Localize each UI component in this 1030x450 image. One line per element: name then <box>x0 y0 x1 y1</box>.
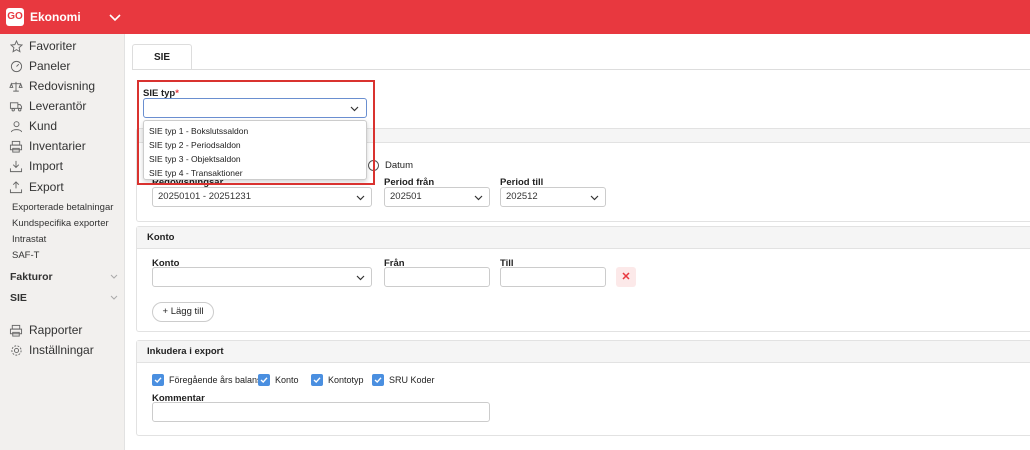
sidebar-item-label: Import <box>29 159 64 173</box>
checkbox-foregaende-ars-balanser[interactable] <box>152 374 164 386</box>
period-till-select[interactable]: 202512 <box>500 187 606 207</box>
truck-icon <box>8 99 24 113</box>
sidebar-item-paneler[interactable]: Paneler <box>0 56 125 76</box>
user-icon <box>8 119 24 133</box>
checkbox-sru-koder[interactable] <box>372 374 384 386</box>
printer-icon <box>8 139 24 153</box>
sidebar-item-export[interactable]: Export <box>0 177 125 197</box>
sidebar-item-kund[interactable]: Kund <box>0 116 125 136</box>
chevron-down-icon <box>356 195 365 201</box>
highlight-box <box>137 80 375 185</box>
sidebar-item-label: Export <box>29 180 64 194</box>
settings-icon <box>8 343 24 357</box>
redovisningsar-select[interactable]: 20250101 - 20251231 <box>152 187 372 207</box>
chevron-down-icon <box>474 195 483 201</box>
sidebar-item-label: Redovisning <box>29 79 96 93</box>
checkmark-icon <box>374 377 382 383</box>
import-icon <box>8 159 24 173</box>
chevron-down-icon <box>590 195 599 201</box>
datum-radio-label: Datum <box>385 160 413 171</box>
checkbox-kontotyp[interactable] <box>311 374 323 386</box>
chevron-down-icon <box>110 295 118 300</box>
app-name[interactable]: Ekonomi <box>30 10 81 24</box>
export-icon <box>8 180 24 194</box>
sidebar-sub-kundspecifika-exporter[interactable]: Kundspecifika exporter <box>12 218 109 229</box>
checkbox-label: Föregående års balanser <box>169 375 270 385</box>
sidebar-item-import[interactable]: Import <box>0 156 125 176</box>
sidebar: Favoriter Paneler Redovisning Leverantör… <box>0 34 125 450</box>
sidebar-item-redovisning[interactable]: Redovisning <box>0 76 125 96</box>
sidebar-group-label: Fakturor <box>10 271 53 283</box>
sidebar-item-label: Leverantör <box>29 99 87 113</box>
gauge-icon <box>8 59 24 73</box>
sidebar-item-label: Favoriter <box>29 39 77 53</box>
sidebar-group-label: SIE <box>10 292 27 304</box>
sidebar-item-label: Inställningar <box>29 343 94 357</box>
sidebar-sub-exporterade-betalningar[interactable]: Exporterade betalningar <box>12 202 113 213</box>
top-bar: GO Ekonomi <box>0 0 1030 34</box>
checkmark-icon <box>260 377 268 383</box>
print-icon <box>8 323 24 337</box>
sidebar-item-favoriter[interactable]: Favoriter <box>0 36 125 56</box>
checkbox-konto[interactable] <box>258 374 270 386</box>
chevron-down-icon <box>110 274 118 279</box>
checkbox-label: Kontotyp <box>328 375 364 385</box>
add-konto-button[interactable]: + Lägg till <box>152 302 214 322</box>
sidebar-item-label: Inventarier <box>29 139 86 153</box>
konto-panel-header: Konto <box>137 227 1030 249</box>
sidebar-item-inventarier[interactable]: Inventarier <box>0 136 125 156</box>
sidebar-item-rapporter[interactable]: Rapporter <box>0 320 125 340</box>
include-panel-header: Inkudera i export <box>137 341 1030 363</box>
sidebar-item-label: Rapporter <box>29 323 83 337</box>
konto-till-input[interactable] <box>500 267 606 287</box>
konto-select[interactable] <box>152 267 372 287</box>
sidebar-item-label: Paneler <box>29 59 71 73</box>
tab-sie[interactable]: SIE <box>132 44 192 70</box>
star-icon <box>8 39 24 53</box>
checkmark-icon <box>154 377 162 383</box>
period-fran-value: 202501 <box>390 191 422 202</box>
konto-fran-input[interactable] <box>384 267 490 287</box>
chevron-down-icon <box>356 275 365 281</box>
checkmark-icon <box>313 377 321 383</box>
sidebar-group-fakturor[interactable]: Fakturor <box>10 271 122 283</box>
sidebar-group-sie[interactable]: SIE <box>10 292 122 304</box>
sidebar-item-leverantor[interactable]: Leverantör <box>0 96 125 116</box>
tab-divider <box>132 69 1030 70</box>
remove-konto-button[interactable]: ✕ <box>616 267 636 287</box>
period-fran-select[interactable]: 202501 <box>384 187 490 207</box>
checkbox-label: Konto <box>275 375 299 385</box>
period-till-value: 202512 <box>506 191 538 202</box>
sidebar-item-installningar[interactable]: Inställningar <box>0 340 125 360</box>
scale-icon <box>8 79 24 93</box>
logo: GO <box>6 8 24 26</box>
redovisningsar-value: 20250101 - 20251231 <box>158 191 251 202</box>
kommentar-input[interactable] <box>152 402 490 422</box>
sidebar-sub-intrastat[interactable]: Intrastat <box>12 234 46 245</box>
chevron-down-icon[interactable] <box>108 10 122 24</box>
checkbox-label: SRU Koder <box>389 375 435 385</box>
sidebar-sub-saf-t[interactable]: SAF-T <box>12 250 39 261</box>
sidebar-item-label: Kund <box>29 119 58 133</box>
